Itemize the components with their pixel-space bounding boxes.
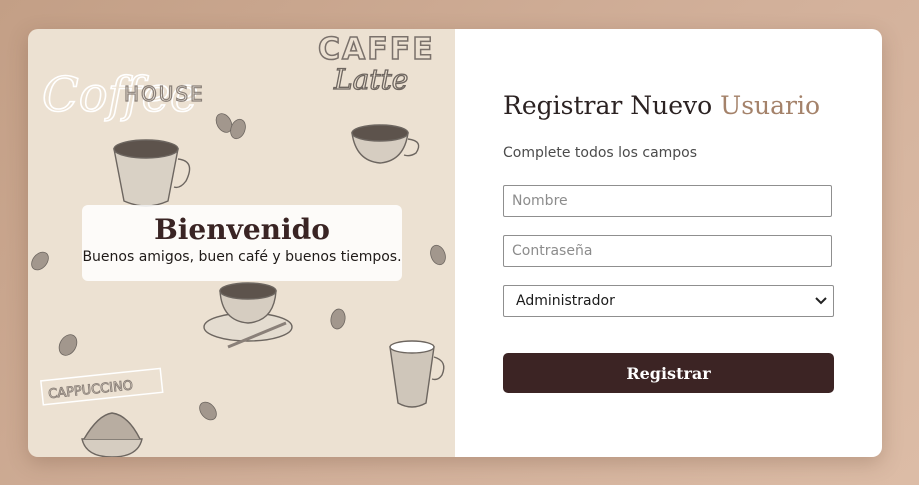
register-button[interactable]: Registrar bbox=[503, 353, 834, 393]
title-accent: Usuario bbox=[720, 91, 821, 120]
name-input[interactable] bbox=[503, 185, 832, 217]
house-lettering: HOUSE bbox=[124, 82, 205, 106]
register-form-panel: Registrar Nuevo Usuario Complete todos l… bbox=[455, 29, 882, 457]
form-subtitle: Complete todos los campos bbox=[503, 145, 698, 161]
chevron-down-icon bbox=[815, 294, 827, 308]
role-select-value: Administrador bbox=[516, 293, 615, 309]
title-main: Registrar Nuevo bbox=[503, 91, 721, 120]
welcome-box: Bienvenido Buenos amigos, buen café y bu… bbox=[82, 205, 402, 281]
register-card: Coffee HOUSE CAFFE Latte CAPPUCCINO Bien… bbox=[28, 29, 882, 457]
coffee-illustration-panel: Coffee HOUSE CAFFE Latte CAPPUCCINO Bien… bbox=[28, 29, 455, 457]
password-input[interactable] bbox=[503, 235, 832, 267]
cappuccino-lettering: CAPPUCCINO bbox=[48, 378, 134, 402]
welcome-tagline: Buenos amigos, buen café y buenos tiempo… bbox=[82, 249, 402, 265]
welcome-heading: Bienvenido bbox=[154, 213, 330, 246]
cappuccino-cup-icon bbox=[203, 282, 293, 349]
latte-lettering: Latte bbox=[333, 63, 408, 96]
page-title: Registrar Nuevo Usuario bbox=[503, 91, 820, 120]
role-select[interactable]: Administrador bbox=[503, 285, 834, 317]
latte-glass-icon bbox=[389, 340, 445, 408]
coffee-cup-icon bbox=[113, 139, 191, 207]
dessert-cup-icon bbox=[81, 412, 143, 457]
caffe-lettering: CAFFE bbox=[318, 32, 435, 67]
espresso-cup-icon bbox=[351, 124, 420, 164]
